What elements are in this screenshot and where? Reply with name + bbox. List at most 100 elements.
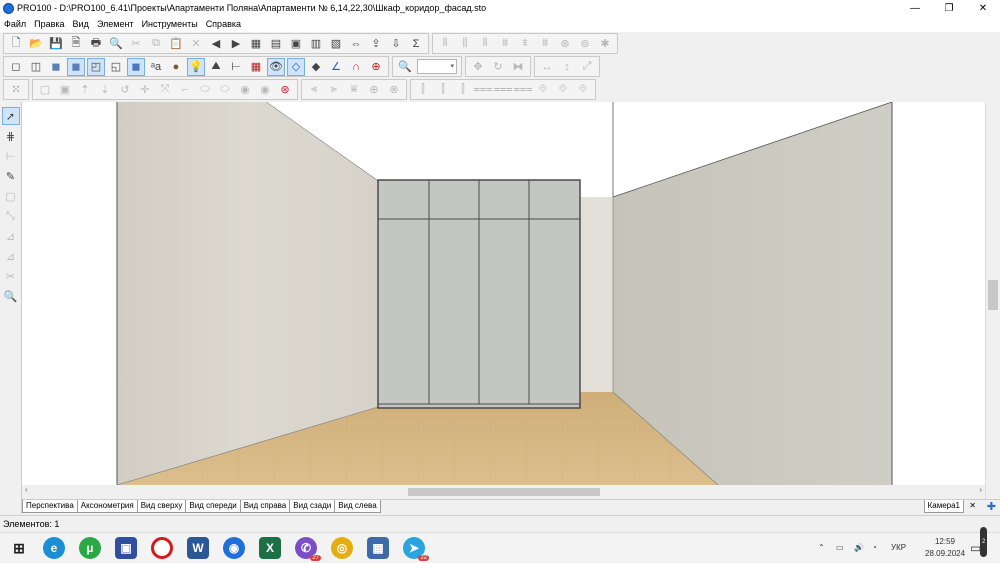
text-labels-icon[interactable]: ᵃa xyxy=(147,58,165,76)
grid-icon[interactable]: ▦ xyxy=(247,58,265,76)
align-bottom-icon[interactable]: ⩩ xyxy=(536,35,554,53)
arrow-up-icon[interactable]: ⇡ xyxy=(76,81,94,99)
new-file-icon[interactable]: 🗋 xyxy=(7,35,25,53)
cut-icon[interactable]: ✂ xyxy=(127,35,145,53)
tab-axonometry[interactable]: Аксонометрия xyxy=(76,500,138,513)
width-icon[interactable]: ↔ xyxy=(538,58,556,76)
paste-icon[interactable]: 📋 xyxy=(167,35,185,53)
combine-icon[interactable]: ⊕ xyxy=(365,81,383,99)
delete-icon[interactable]: ✕ xyxy=(187,35,205,53)
scroll-right-arrow-icon[interactable]: › xyxy=(979,485,982,494)
group-icon[interactable]: ⊛ xyxy=(556,35,574,53)
wardrobe[interactable] xyxy=(377,179,581,409)
align-top-icon[interactable]: ⩩ xyxy=(496,35,514,53)
hidden-lines-view-icon[interactable]: ◫ xyxy=(27,58,45,76)
arrange-8-icon[interactable]: ⟐ xyxy=(554,81,572,99)
windows-start-icon[interactable]: ⊞ xyxy=(8,537,30,559)
dimension-icon[interactable]: ⇔ xyxy=(347,35,365,53)
notifications-icon[interactable]: ▭ 2 xyxy=(970,527,988,563)
mirror-icon[interactable]: ⧓ xyxy=(509,58,527,76)
eye-icon[interactable]: 👁 xyxy=(267,57,285,76)
tab-back-view[interactable]: Вид сзади xyxy=(289,500,336,513)
rotate-left-icon[interactable]: ↺ xyxy=(116,81,134,99)
lifebuoy-icon[interactable]: ⊛ xyxy=(276,81,294,99)
eye-dim-alt-icon[interactable]: ◉ xyxy=(256,81,274,99)
print-icon[interactable]: 🖶 xyxy=(87,35,105,53)
split-tool-icon[interactable]: ✂ xyxy=(2,267,20,285)
corner-icon[interactable]: ⌐ xyxy=(176,81,194,99)
undo-icon[interactable]: ◀ xyxy=(207,35,225,53)
menu-file[interactable]: Файл xyxy=(4,19,26,29)
light-bulb-icon[interactable]: 💡 xyxy=(187,57,205,76)
edge-browser-icon[interactable]: e xyxy=(43,537,65,559)
redo-icon[interactable]: ▶ xyxy=(227,35,245,53)
height-icon[interactable]: ↕ xyxy=(558,58,576,76)
camera-close-icon[interactable]: ✕ xyxy=(969,501,976,510)
measure-tool-icon[interactable]: ⊢ xyxy=(2,147,20,165)
zoom-icon[interactable]: 🔍 xyxy=(396,58,414,76)
angle-icon[interactable]: ∠ xyxy=(327,58,345,76)
arrow-down-icon[interactable]: ⇣ xyxy=(96,81,114,99)
menu-edit[interactable]: Правка xyxy=(34,19,64,29)
layout-zoom-icon[interactable]: ▥ xyxy=(307,35,325,53)
align-center-icon[interactable]: ⫼ xyxy=(456,35,474,53)
photo-viewer-icon[interactable]: ▦ xyxy=(367,537,389,559)
tab-camera1[interactable]: Камера1 xyxy=(923,500,964,513)
frame-icon[interactable]: ▢ xyxy=(36,81,54,99)
depth-icon[interactable]: ⤢ xyxy=(578,58,596,76)
tab-right-view[interactable]: Вид справа xyxy=(239,500,291,513)
tray-chevron-icon[interactable]: ⌃ xyxy=(818,533,825,563)
rectangle-tool-icon[interactable]: ▢ xyxy=(2,187,20,205)
zoom-combo[interactable]: ▾ xyxy=(417,59,457,74)
arrange-9-icon[interactable]: ⟐ xyxy=(574,81,592,99)
chrome-icon[interactable]: ◎ xyxy=(331,537,353,559)
ellipse-alt-icon[interactable]: ⬭ xyxy=(216,81,234,99)
open-folder-icon[interactable]: 📂 xyxy=(27,35,45,53)
copy-icon[interactable]: ⧉ xyxy=(147,35,165,53)
arrange-4-icon[interactable]: ⩶ xyxy=(474,81,493,99)
move-icon[interactable]: ✥ xyxy=(469,58,487,76)
align-left-icon[interactable]: ⫴ xyxy=(436,35,454,53)
menu-element[interactable]: Элемент xyxy=(97,19,134,29)
perspective-box-icon[interactable]: ◰ xyxy=(87,57,105,76)
stack-icon[interactable]: ⩸ xyxy=(345,81,363,99)
minimize-button[interactable]: — xyxy=(898,0,932,16)
vertical-scroll-thumb[interactable] xyxy=(988,280,998,310)
outline-box-icon[interactable]: ◱ xyxy=(107,58,125,76)
arrange-2-icon[interactable]: ⫿ xyxy=(434,81,452,99)
eyedropper-icon[interactable]: ✎ xyxy=(2,167,20,185)
tab-front-view[interactable]: Вид спереди xyxy=(185,500,241,513)
materials-icon[interactable]: ● xyxy=(167,58,185,76)
horizontal-scrollbar[interactable]: ‹ › xyxy=(22,485,985,499)
ellipse-icon[interactable]: ⬭ xyxy=(196,81,214,99)
menu-help[interactable]: Справка xyxy=(206,19,241,29)
menu-tools[interactable]: Инструменты xyxy=(142,19,198,29)
render-box-icon[interactable]: ◼ xyxy=(127,57,145,76)
shaded-view-icon[interactable]: ◼ xyxy=(47,58,65,76)
restore-button[interactable]: ❐ xyxy=(932,0,966,16)
excel-icon[interactable]: X xyxy=(259,537,281,559)
dots-grid-icon[interactable]: ⁙ xyxy=(7,81,25,99)
export-icon[interactable]: ⇪ xyxy=(367,35,385,53)
snap-icon[interactable]: ◇ xyxy=(287,57,305,76)
tray-wifi-icon[interactable]: ◔ xyxy=(872,533,877,563)
print-preview-icon[interactable]: 🔍 xyxy=(107,35,125,53)
pro100-save-icon[interactable]: ▣ xyxy=(115,537,137,559)
telegram-icon[interactable]: ➤ 22 xyxy=(403,537,429,561)
ruler-icon[interactable]: ⊢ xyxy=(227,58,245,76)
import-icon[interactable]: ⇩ xyxy=(387,35,405,53)
sum-icon[interactable]: Σ xyxy=(407,35,425,53)
arrange-6-icon[interactable]: ⩶ xyxy=(514,81,533,99)
layout-icon[interactable]: ▣ xyxy=(287,35,305,53)
spread-icon[interactable]: ⊗ xyxy=(385,81,403,99)
pattern-icon[interactable]: ✱ xyxy=(596,35,614,53)
report-icon[interactable]: ▤ xyxy=(267,35,285,53)
expand-icon[interactable]: ⤧ xyxy=(156,81,174,99)
viber-icon[interactable]: ✆ 27 xyxy=(295,537,321,561)
tab-top-view[interactable]: Вид сверху xyxy=(136,500,187,513)
tray-language[interactable]: УКР xyxy=(891,533,906,563)
cross-move-icon[interactable]: ✛ xyxy=(136,81,154,99)
align-right-icon[interactable]: ⫴ xyxy=(476,35,494,53)
torrent-icon[interactable]: µ xyxy=(79,537,101,559)
paint-icon[interactable]: ⛰ xyxy=(207,58,225,76)
